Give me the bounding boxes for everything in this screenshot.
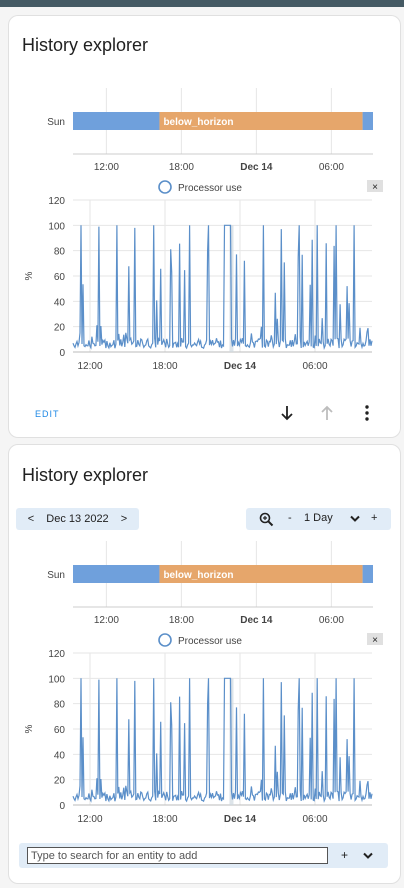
y-tick-label: 100 <box>48 674 65 685</box>
x-tick-label: 12:00 <box>77 814 102 825</box>
y-tick-label: 40 <box>54 750 66 761</box>
x-tick-label: 18:00 <box>152 814 177 825</box>
timeline-row-label: Sun <box>47 117 65 128</box>
y-tick-label: 80 <box>54 700 66 711</box>
series-line-processor-use <box>72 224 373 351</box>
zoom-out-button[interactable]: - <box>288 512 292 524</box>
next-day-button[interactable]: > <box>117 513 131 525</box>
legend-label: Processor use <box>178 636 242 647</box>
x-tick-label: 12:00 <box>77 361 102 372</box>
close-icon: × <box>372 635 378 646</box>
arrow-up-icon[interactable] <box>319 404 335 422</box>
x-tick-label: Dec 14 <box>224 361 257 372</box>
timeline-row-label: Sun <box>47 570 65 581</box>
y-tick-label: 20 <box>54 323 66 334</box>
timeline-chart: Sun below_horizon 12:00 18:00 Dec 14 06:00 <box>47 88 373 173</box>
y-tick-label: 60 <box>54 725 66 736</box>
chevron-down-icon[interactable] <box>363 852 373 860</box>
zoom-in-button[interactable]: + <box>371 512 377 524</box>
timeline-tick-label: 12:00 <box>94 162 119 173</box>
top-app-bar <box>0 0 404 7</box>
y-tick-label: 0 <box>59 801 65 812</box>
timeline-segment <box>362 112 373 130</box>
x-tick-label: Dec 14 <box>224 814 257 825</box>
timeline-tick-label: 12:00 <box>94 615 119 626</box>
y-tick-label: 40 <box>54 297 66 308</box>
y-tick-label: 120 <box>48 196 65 207</box>
chevron-down-icon[interactable] <box>350 515 360 523</box>
legend-marker <box>158 633 172 647</box>
timeline-tick-label: 18:00 <box>169 162 194 173</box>
arrow-down-icon[interactable] <box>279 404 295 422</box>
current-date: Dec 13 2022 <box>46 513 109 525</box>
y-tick-label: 100 <box>48 221 65 232</box>
entity-search-bar: + <box>19 843 388 868</box>
timeline-tick-label: 06:00 <box>319 162 344 173</box>
x-tick-label: 06:00 <box>302 814 327 825</box>
processor-use-chart: Processor use × 0 20 40 60 80 100 120% 12:00 18:00… <box>24 180 383 372</box>
add-entity-button[interactable]: + <box>341 848 348 862</box>
y-axis-label: % <box>24 271 35 280</box>
y-tick-label: 0 <box>59 348 65 359</box>
timeline-tick-label: Dec 14 <box>240 615 273 626</box>
y-tick-label: 80 <box>54 247 66 258</box>
y-tick-label: 120 <box>48 649 65 660</box>
timeline-chart: Sun below_horizon 12:00 18:00 Dec 14 06:00 <box>47 541 373 626</box>
more-vert-icon[interactable] <box>364 405 370 421</box>
timeline-tick-label: Dec 14 <box>240 162 273 173</box>
range-selector: - 1 Day + <box>246 508 391 530</box>
y-tick-label: 20 <box>54 776 66 787</box>
timeline-tick-label: 18:00 <box>169 615 194 626</box>
prev-day-button[interactable]: < <box>24 513 38 525</box>
range-select[interactable]: 1 Day <box>304 512 333 524</box>
edit-button[interactable]: EDIT <box>35 409 60 419</box>
entity-search-input[interactable] <box>27 847 328 864</box>
processor-use-chart: Processor use × 0 20 40 60 80 100 120% 12:00 18:00… <box>24 633 383 825</box>
y-tick-label: 60 <box>54 272 66 283</box>
card-actions: EDIT <box>8 391 401 438</box>
timeline-segment <box>73 565 160 583</box>
date-navigator: < Dec 13 2022 > <box>16 508 139 530</box>
close-icon: × <box>372 182 378 193</box>
legend-label: Processor use <box>178 183 242 194</box>
card-title: History explorer <box>22 465 149 485</box>
timeline-segment <box>73 112 160 130</box>
timeline-tick-label: 06:00 <box>319 615 344 626</box>
x-tick-label: 06:00 <box>302 361 327 372</box>
x-tick-label: 18:00 <box>152 361 177 372</box>
segment-label: below_horizon <box>163 117 233 128</box>
zoom-in-icon[interactable] <box>259 512 274 527</box>
timeline-segment <box>362 565 373 583</box>
y-axis-label: % <box>24 724 35 733</box>
segment-label: below_horizon <box>163 570 233 581</box>
legend-marker <box>158 180 172 194</box>
card-title: History explorer <box>22 35 149 55</box>
series-line-processor-use <box>72 677 373 804</box>
